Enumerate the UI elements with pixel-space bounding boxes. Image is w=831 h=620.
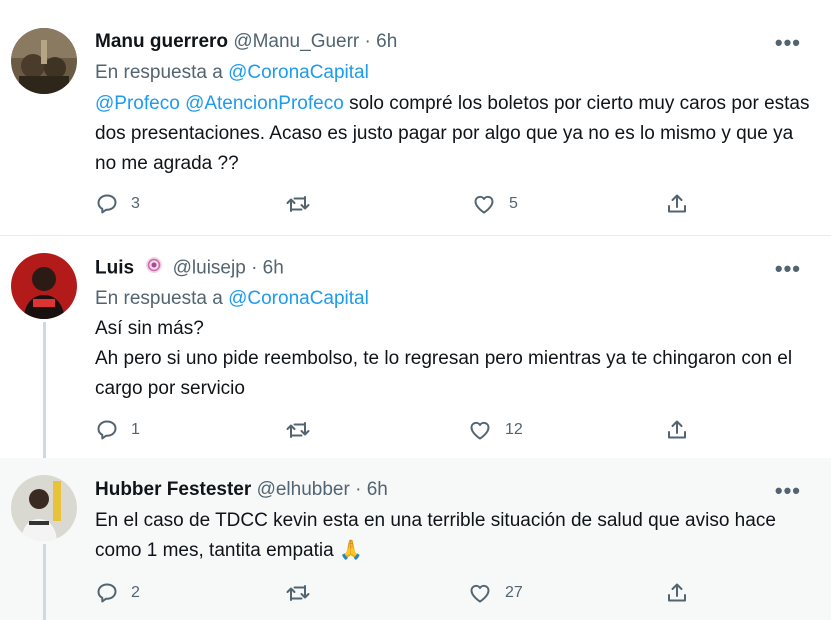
retweet-icon — [285, 581, 311, 605]
retweet-button[interactable] — [285, 418, 323, 442]
author-handle[interactable]: @Manu_Guerr — [233, 31, 359, 52]
pray-emoji: 🙏 — [338, 540, 363, 561]
like-icon — [467, 581, 493, 605]
author-name[interactable]: Manu guerrero — [95, 31, 228, 52]
avatar[interactable] — [11, 253, 77, 319]
reply-icon — [95, 581, 119, 605]
tweet-2[interactable]: Luis @luisejp · 6h ••• En respuesta a @C… — [0, 236, 831, 458]
reply-button[interactable]: 3 — [95, 192, 140, 216]
reply-label: En respuesta a — [95, 288, 223, 309]
tweet-header: Luis @luisejp · 6h — [95, 256, 284, 281]
separator-dot: · — [364, 31, 371, 52]
share-icon — [665, 418, 689, 442]
retweet-icon — [285, 418, 311, 442]
tweet-line: Así sin más? — [95, 318, 204, 339]
tweet-3[interactable]: Hubber Festester @elhubber · 6h ••• En e… — [0, 458, 831, 620]
reply-label: En respuesta a — [95, 62, 223, 83]
share-button[interactable] — [665, 192, 689, 216]
share-icon — [665, 581, 689, 605]
tweet-text: En el caso de TDCC kevin esta en una ter… — [95, 506, 810, 566]
retweet-button[interactable] — [285, 192, 323, 216]
reply-icon — [95, 192, 119, 216]
tweet-header: Manu guerrero @Manu_Guerr · 6h — [95, 30, 397, 54]
mention-link[interactable]: @AtencionProfeco — [185, 93, 344, 114]
separator-dot: · — [251, 257, 258, 279]
author-name[interactable]: Hubber Festester — [95, 479, 251, 500]
thread-line — [43, 544, 46, 620]
tweet-body: En el caso de TDCC kevin esta en una ter… — [95, 510, 776, 561]
like-count: 5 — [509, 195, 518, 212]
tweet-feed: Manu guerrero @Manu_Guerr · 6h ••• En re… — [0, 0, 831, 620]
action-bar: 1 12 — [95, 418, 695, 444]
reply-count: 1 — [131, 421, 140, 438]
author-handle[interactable]: @elhubber — [257, 479, 350, 500]
like-button[interactable]: 27 — [467, 581, 523, 605]
timestamp[interactable]: 6h — [367, 479, 388, 500]
badge-icon — [145, 256, 163, 281]
more-icon[interactable]: ••• — [775, 30, 801, 56]
share-button[interactable] — [665, 581, 689, 605]
like-count: 27 — [505, 584, 523, 601]
timestamp[interactable]: 6h — [263, 258, 284, 279]
retweet-button[interactable] — [285, 581, 323, 605]
reply-button[interactable]: 2 — [95, 581, 140, 605]
mention-link[interactable]: @Profeco — [95, 93, 180, 114]
like-icon — [467, 418, 493, 442]
action-bar: 3 5 — [95, 192, 695, 218]
reply-button[interactable]: 1 — [95, 418, 140, 442]
share-icon — [665, 192, 689, 216]
tweet-line: Ah pero si uno pide reembolso, te lo reg… — [95, 348, 793, 399]
like-icon — [471, 192, 497, 216]
avatar[interactable] — [11, 475, 77, 541]
reply-count: 2 — [131, 584, 140, 601]
reply-context: En respuesta a @CoronaCapital — [95, 61, 369, 85]
reply-target-link[interactable]: @CoronaCapital — [228, 62, 369, 83]
author-name[interactable]: Luis — [95, 258, 134, 279]
reply-target-link[interactable]: @CoronaCapital — [228, 288, 369, 309]
retweet-icon — [285, 192, 311, 216]
tweet-text: Así sin más? Ah pero si uno pide reembol… — [95, 314, 810, 404]
more-icon[interactable]: ••• — [775, 478, 801, 504]
reply-context: En respuesta a @CoronaCapital — [95, 287, 369, 311]
author-handle[interactable]: @luisejp — [173, 258, 246, 279]
timestamp[interactable]: 6h — [376, 31, 397, 52]
reply-icon — [95, 418, 119, 442]
like-button[interactable]: 12 — [467, 418, 523, 442]
like-count: 12 — [505, 421, 523, 438]
tweet-text: @Profeco @AtencionProfeco solo compré lo… — [95, 89, 810, 179]
reply-count: 3 — [131, 195, 140, 212]
tweet-1[interactable]: Manu guerrero @Manu_Guerr · 6h ••• En re… — [0, 0, 831, 232]
thread-line — [43, 322, 46, 458]
like-button[interactable]: 5 — [471, 192, 518, 216]
avatar[interactable] — [11, 28, 77, 94]
tweet-header: Hubber Festester @elhubber · 6h — [95, 478, 388, 502]
share-button[interactable] — [665, 418, 689, 442]
separator-dot: · — [355, 479, 362, 500]
action-bar: 2 27 — [95, 581, 695, 607]
more-icon[interactable]: ••• — [775, 256, 801, 282]
